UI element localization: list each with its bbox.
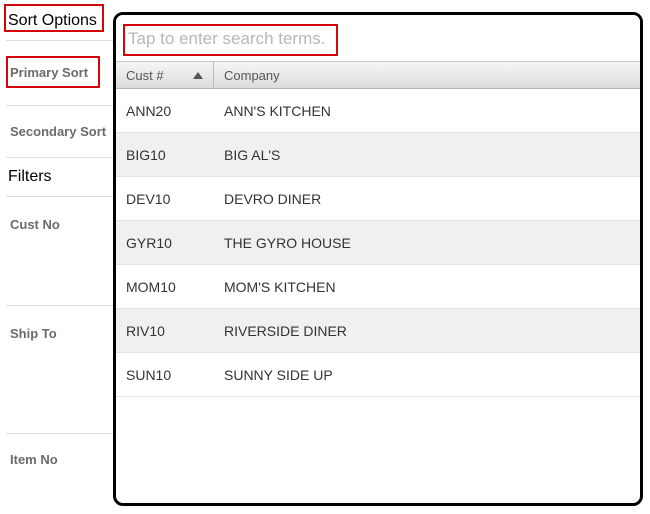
primary-sort-row[interactable]: Primary Sort xyxy=(6,43,116,103)
column-header-company-label: Company xyxy=(224,68,280,83)
table-row[interactable]: RIV10RIVERSIDE DINER xyxy=(116,309,640,353)
cell-cust: DEV10 xyxy=(116,191,214,207)
search-wrap xyxy=(116,15,640,61)
table-header: Cust # Company xyxy=(116,61,640,89)
divider xyxy=(6,196,116,197)
table-row[interactable]: SUN10SUNNY SIDE UP xyxy=(116,353,640,397)
cell-cust: SUN10 xyxy=(116,367,214,383)
cell-company: MOM'S KITCHEN xyxy=(214,279,640,295)
filters-header: Filters xyxy=(6,164,116,194)
table-row[interactable]: DEV10DEVRO DINER xyxy=(116,177,640,221)
sidebar: Sort Options Primary Sort Secondary Sort… xyxy=(0,0,116,514)
column-header-cust-label: Cust # xyxy=(126,68,164,83)
sort-options-header: Sort Options xyxy=(6,8,116,38)
lookup-popup: Cust # Company ANN20ANN'S KITCHENBIG10BI… xyxy=(113,12,643,506)
cell-company: SUNNY SIDE UP xyxy=(214,367,640,383)
divider xyxy=(6,105,116,106)
table-row[interactable]: ANN20ANN'S KITCHEN xyxy=(116,89,640,133)
cell-cust: MOM10 xyxy=(116,279,214,295)
cell-company: BIG AL'S xyxy=(214,147,640,163)
divider xyxy=(6,157,116,158)
cell-company: DEVRO DINER xyxy=(214,191,640,207)
column-header-company[interactable]: Company xyxy=(214,62,640,88)
filter-cust-no[interactable]: Cust No xyxy=(6,199,116,303)
cell-company: THE GYRO HOUSE xyxy=(214,235,640,251)
cell-company: ANN'S KITCHEN xyxy=(214,103,640,119)
filter-item-no[interactable]: Item No xyxy=(6,436,116,484)
table-row[interactable]: BIG10BIG AL'S xyxy=(116,133,640,177)
filter-ship-to[interactable]: Ship To xyxy=(6,308,116,432)
divider xyxy=(6,305,116,306)
cell-cust: RIV10 xyxy=(116,323,214,339)
divider xyxy=(6,433,116,434)
cell-company: RIVERSIDE DINER xyxy=(214,323,640,339)
cell-cust: BIG10 xyxy=(116,147,214,163)
cell-cust: GYR10 xyxy=(116,235,214,251)
divider xyxy=(6,40,116,41)
cell-cust: ANN20 xyxy=(116,103,214,119)
table[interactable]: ANN20ANN'S KITCHENBIG10BIG AL'SDEV10DEVR… xyxy=(116,89,640,503)
table-row[interactable]: GYR10THE GYRO HOUSE xyxy=(116,221,640,265)
search-input[interactable] xyxy=(126,23,630,55)
secondary-sort-row[interactable]: Secondary Sort xyxy=(6,108,116,156)
column-header-cust[interactable]: Cust # xyxy=(116,62,214,88)
table-row[interactable]: MOM10MOM'S KITCHEN xyxy=(116,265,640,309)
sort-ascending-icon xyxy=(193,72,203,79)
